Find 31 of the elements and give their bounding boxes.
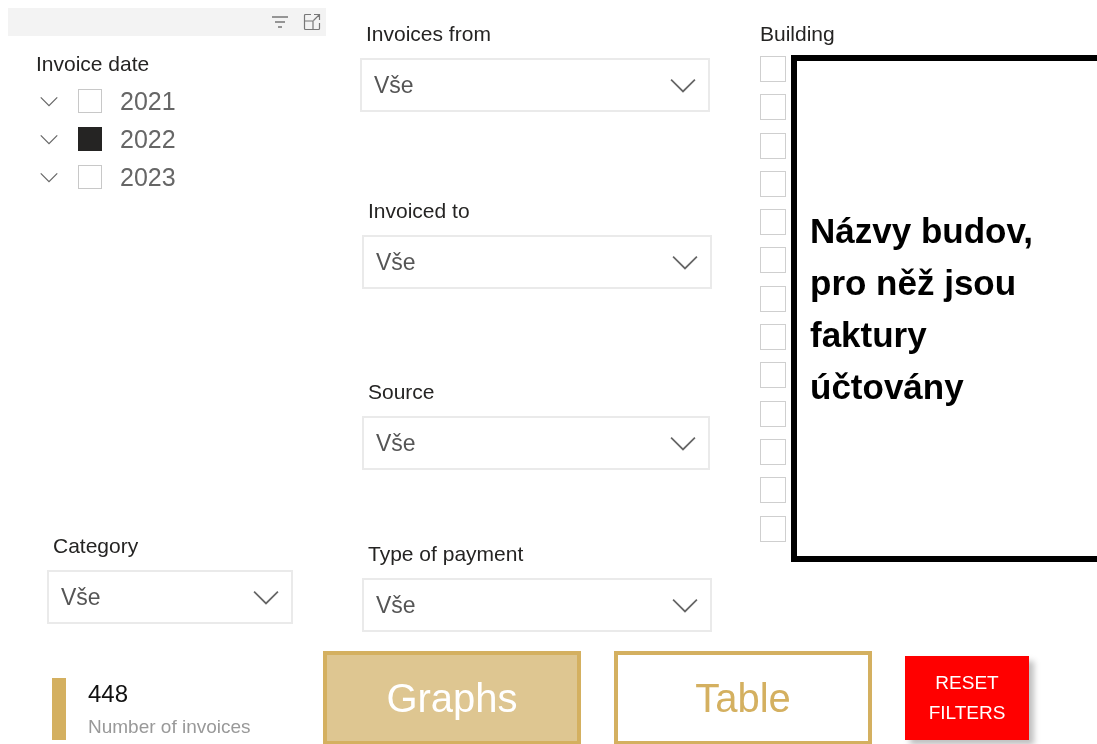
year-label[interactable]: 2023 bbox=[120, 162, 176, 192]
chevron-down-icon bbox=[253, 589, 279, 605]
slicer-title: Invoiced to bbox=[368, 199, 470, 223]
dropdown[interactable]: Vše bbox=[362, 416, 710, 470]
year-label[interactable]: 2022 bbox=[120, 124, 176, 154]
dropdown[interactable]: Vše bbox=[362, 578, 712, 632]
annotation-text: Názvy budov, pro něž jsou faktury účtovány bbox=[810, 209, 1034, 408]
chevron-down-icon bbox=[40, 133, 58, 145]
dropdown[interactable]: Vše bbox=[360, 58, 710, 112]
chevron-down-icon bbox=[670, 435, 696, 451]
slicer-title: Type of payment bbox=[368, 542, 524, 566]
reset-filters-button[interactable]: RESET FILTERS bbox=[905, 656, 1029, 740]
year-label[interactable]: 2021 bbox=[120, 86, 176, 116]
focus-mode-icon[interactable] bbox=[303, 13, 321, 31]
slicer-title: Source bbox=[368, 380, 435, 404]
slicer-title: Building bbox=[760, 22, 835, 46]
chevron-down-icon bbox=[670, 77, 696, 93]
chevron-down-icon bbox=[672, 597, 698, 613]
chevron-down-icon bbox=[40, 95, 58, 107]
slicer-title: Invoice date bbox=[36, 52, 150, 76]
dropdown[interactable]: Vše bbox=[362, 235, 712, 289]
chevron-down-icon bbox=[672, 254, 698, 270]
filter-icon[interactable] bbox=[271, 15, 289, 29]
chevron-down-icon bbox=[40, 171, 58, 183]
dropdown[interactable]: Vše bbox=[47, 570, 293, 624]
kpi-label: Number of invoices bbox=[88, 716, 251, 738]
accent-bar bbox=[52, 678, 66, 740]
slicer-title: Invoices from bbox=[366, 22, 491, 46]
kpi-value: 448 bbox=[88, 680, 130, 708]
slicer-title: Category bbox=[53, 534, 139, 558]
checkbox[interactable] bbox=[78, 127, 102, 151]
